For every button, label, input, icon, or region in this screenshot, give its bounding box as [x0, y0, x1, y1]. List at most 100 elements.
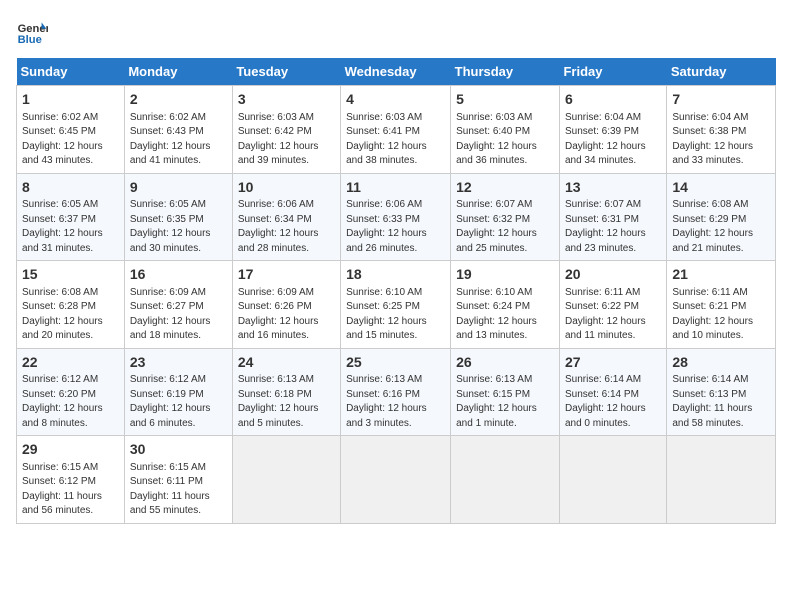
day-number: 10 [238, 178, 335, 198]
day-header-tuesday: Tuesday [232, 58, 340, 86]
calendar-cell: 12Sunrise: 6:07 AMSunset: 6:32 PMDayligh… [451, 173, 560, 261]
day-info: Sunrise: 6:02 AMSunset: 6:45 PMDaylight:… [22, 111, 119, 169]
calendar-cell: 26Sunrise: 6:13 AMSunset: 6:15 PMDayligh… [451, 348, 560, 436]
logo: General Blue [16, 16, 48, 48]
calendar-cell: 18Sunrise: 6:10 AMSunset: 6:25 PMDayligh… [341, 261, 451, 349]
calendar-cell: 25Sunrise: 6:13 AMSunset: 6:16 PMDayligh… [341, 348, 451, 436]
calendar-cell [451, 436, 560, 524]
day-header-sunday: Sunday [17, 58, 125, 86]
day-number: 16 [130, 265, 227, 285]
calendar-cell: 14Sunrise: 6:08 AMSunset: 6:29 PMDayligh… [667, 173, 776, 261]
calendar-cell: 20Sunrise: 6:11 AMSunset: 6:22 PMDayligh… [559, 261, 666, 349]
day-info: Sunrise: 6:02 AMSunset: 6:43 PMDaylight:… [130, 111, 227, 169]
day-info: Sunrise: 6:09 AMSunset: 6:26 PMDaylight:… [238, 286, 335, 344]
day-header-monday: Monday [124, 58, 232, 86]
day-number: 4 [346, 90, 445, 110]
day-number: 29 [22, 440, 119, 460]
day-info: Sunrise: 6:03 AMSunset: 6:41 PMDaylight:… [346, 111, 445, 169]
calendar-cell: 8Sunrise: 6:05 AMSunset: 6:37 PMDaylight… [17, 173, 125, 261]
day-number: 11 [346, 178, 445, 198]
page-header: General Blue [16, 16, 776, 48]
calendar-cell [341, 436, 451, 524]
day-number: 1 [22, 90, 119, 110]
day-number: 27 [565, 353, 661, 373]
day-number: 13 [565, 178, 661, 198]
day-info: Sunrise: 6:10 AMSunset: 6:24 PMDaylight:… [456, 286, 554, 344]
calendar-cell: 17Sunrise: 6:09 AMSunset: 6:26 PMDayligh… [232, 261, 340, 349]
day-number: 5 [456, 90, 554, 110]
day-info: Sunrise: 6:13 AMSunset: 6:16 PMDaylight:… [346, 373, 445, 431]
day-info: Sunrise: 6:03 AMSunset: 6:42 PMDaylight:… [238, 111, 335, 169]
day-number: 6 [565, 90, 661, 110]
svg-text:General: General [18, 23, 48, 35]
day-info: Sunrise: 6:14 AMSunset: 6:13 PMDaylight:… [672, 373, 770, 431]
calendar-cell: 5Sunrise: 6:03 AMSunset: 6:40 PMDaylight… [451, 86, 560, 174]
week-row-5: 29Sunrise: 6:15 AMSunset: 6:12 PMDayligh… [17, 436, 776, 524]
week-row-1: 1Sunrise: 6:02 AMSunset: 6:45 PMDaylight… [17, 86, 776, 174]
calendar-cell: 19Sunrise: 6:10 AMSunset: 6:24 PMDayligh… [451, 261, 560, 349]
day-number: 15 [22, 265, 119, 285]
day-info: Sunrise: 6:06 AMSunset: 6:33 PMDaylight:… [346, 198, 445, 256]
calendar-cell: 29Sunrise: 6:15 AMSunset: 6:12 PMDayligh… [17, 436, 125, 524]
day-info: Sunrise: 6:04 AMSunset: 6:39 PMDaylight:… [565, 111, 661, 169]
day-info: Sunrise: 6:15 AMSunset: 6:12 PMDaylight:… [22, 461, 119, 519]
day-header-wednesday: Wednesday [341, 58, 451, 86]
calendar-cell: 13Sunrise: 6:07 AMSunset: 6:31 PMDayligh… [559, 173, 666, 261]
calendar-cell: 11Sunrise: 6:06 AMSunset: 6:33 PMDayligh… [341, 173, 451, 261]
day-number: 3 [238, 90, 335, 110]
day-number: 20 [565, 265, 661, 285]
week-row-2: 8Sunrise: 6:05 AMSunset: 6:37 PMDaylight… [17, 173, 776, 261]
day-info: Sunrise: 6:12 AMSunset: 6:19 PMDaylight:… [130, 373, 227, 431]
day-number: 18 [346, 265, 445, 285]
calendar-cell: 7Sunrise: 6:04 AMSunset: 6:38 PMDaylight… [667, 86, 776, 174]
day-number: 30 [130, 440, 227, 460]
day-info: Sunrise: 6:08 AMSunset: 6:29 PMDaylight:… [672, 198, 770, 256]
calendar-cell [667, 436, 776, 524]
day-info: Sunrise: 6:04 AMSunset: 6:38 PMDaylight:… [672, 111, 770, 169]
calendar-table: SundayMondayTuesdayWednesdayThursdayFrid… [16, 58, 776, 524]
day-info: Sunrise: 6:11 AMSunset: 6:21 PMDaylight:… [672, 286, 770, 344]
day-number: 8 [22, 178, 119, 198]
calendar-cell: 16Sunrise: 6:09 AMSunset: 6:27 PMDayligh… [124, 261, 232, 349]
calendar-cell: 3Sunrise: 6:03 AMSunset: 6:42 PMDaylight… [232, 86, 340, 174]
day-number: 24 [238, 353, 335, 373]
calendar-cell: 28Sunrise: 6:14 AMSunset: 6:13 PMDayligh… [667, 348, 776, 436]
day-number: 7 [672, 90, 770, 110]
week-row-4: 22Sunrise: 6:12 AMSunset: 6:20 PMDayligh… [17, 348, 776, 436]
day-info: Sunrise: 6:03 AMSunset: 6:40 PMDaylight:… [456, 111, 554, 169]
day-info: Sunrise: 6:14 AMSunset: 6:14 PMDaylight:… [565, 373, 661, 431]
day-info: Sunrise: 6:07 AMSunset: 6:32 PMDaylight:… [456, 198, 554, 256]
day-info: Sunrise: 6:05 AMSunset: 6:37 PMDaylight:… [22, 198, 119, 256]
logo-icon: General Blue [16, 16, 48, 48]
day-number: 12 [456, 178, 554, 198]
day-header-saturday: Saturday [667, 58, 776, 86]
day-info: Sunrise: 6:13 AMSunset: 6:18 PMDaylight:… [238, 373, 335, 431]
day-number: 17 [238, 265, 335, 285]
day-number: 14 [672, 178, 770, 198]
day-number: 2 [130, 90, 227, 110]
day-info: Sunrise: 6:15 AMSunset: 6:11 PMDaylight:… [130, 461, 227, 519]
day-number: 21 [672, 265, 770, 285]
day-info: Sunrise: 6:13 AMSunset: 6:15 PMDaylight:… [456, 373, 554, 431]
day-header-friday: Friday [559, 58, 666, 86]
day-number: 22 [22, 353, 119, 373]
svg-text:Blue: Blue [18, 34, 42, 46]
day-number: 23 [130, 353, 227, 373]
calendar-cell: 27Sunrise: 6:14 AMSunset: 6:14 PMDayligh… [559, 348, 666, 436]
calendar-cell: 23Sunrise: 6:12 AMSunset: 6:19 PMDayligh… [124, 348, 232, 436]
calendar-cell [232, 436, 340, 524]
day-number: 19 [456, 265, 554, 285]
calendar-cell: 6Sunrise: 6:04 AMSunset: 6:39 PMDaylight… [559, 86, 666, 174]
day-number: 26 [456, 353, 554, 373]
calendar-cell: 2Sunrise: 6:02 AMSunset: 6:43 PMDaylight… [124, 86, 232, 174]
calendar-cell: 4Sunrise: 6:03 AMSunset: 6:41 PMDaylight… [341, 86, 451, 174]
day-info: Sunrise: 6:07 AMSunset: 6:31 PMDaylight:… [565, 198, 661, 256]
calendar-cell: 9Sunrise: 6:05 AMSunset: 6:35 PMDaylight… [124, 173, 232, 261]
calendar-body: 1Sunrise: 6:02 AMSunset: 6:45 PMDaylight… [17, 86, 776, 524]
calendar-cell: 1Sunrise: 6:02 AMSunset: 6:45 PMDaylight… [17, 86, 125, 174]
day-info: Sunrise: 6:08 AMSunset: 6:28 PMDaylight:… [22, 286, 119, 344]
day-info: Sunrise: 6:11 AMSunset: 6:22 PMDaylight:… [565, 286, 661, 344]
day-header-row: SundayMondayTuesdayWednesdayThursdayFrid… [17, 58, 776, 86]
calendar-cell: 30Sunrise: 6:15 AMSunset: 6:11 PMDayligh… [124, 436, 232, 524]
calendar-cell: 15Sunrise: 6:08 AMSunset: 6:28 PMDayligh… [17, 261, 125, 349]
